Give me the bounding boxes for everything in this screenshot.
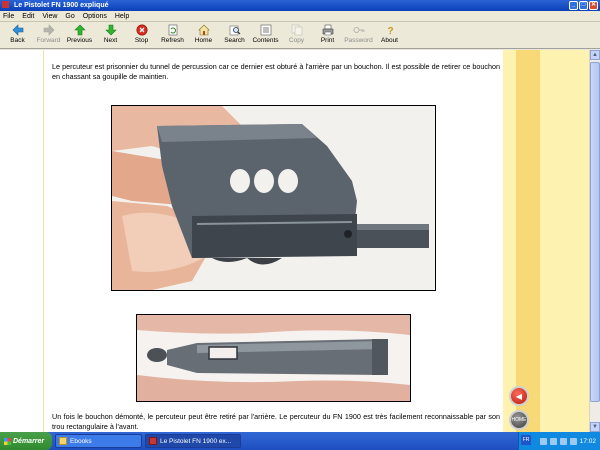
copy-icon — [291, 24, 303, 36]
maximize-button[interactable]: □ — [579, 1, 588, 10]
refresh-button[interactable]: Refresh — [157, 22, 188, 48]
back-arrow-icon — [12, 24, 24, 36]
menu-view[interactable]: View — [42, 13, 57, 20]
previous-page-button[interactable]: ◀ — [509, 386, 529, 406]
menu-file[interactable]: File — [3, 13, 14, 20]
home-page-button[interactable]: HOME — [509, 410, 529, 430]
previous-button[interactable]: Previous — [64, 22, 95, 48]
minimize-button[interactable]: _ — [569, 1, 578, 10]
copy-label: Copy — [288, 37, 305, 44]
window-title: Le Pistolet FN 1900 expliqué — [13, 2, 109, 9]
about-label: About — [381, 37, 398, 44]
back-button[interactable]: Back — [2, 22, 33, 48]
about-button[interactable]: ? About — [374, 22, 405, 48]
start-label: Démarrer — [13, 437, 45, 445]
contents-button[interactable]: Contents — [250, 22, 281, 48]
next-label: Next — [103, 37, 118, 44]
stop-button[interactable]: Stop — [126, 22, 157, 48]
left-margin-line — [43, 50, 44, 432]
close-button[interactable]: ✕ — [589, 1, 598, 10]
task-help-viewer-label: Le Pistolet FN 1900 ex... — [160, 437, 232, 445]
key-icon — [353, 24, 365, 36]
title-bar[interactable]: Le Pistolet FN 1900 expliqué _ □ ✕ — [0, 0, 600, 11]
book-icon — [149, 437, 157, 445]
print-label: Print — [320, 37, 335, 44]
next-arrow-icon — [104, 24, 117, 36]
photo-slide-with-striker — [111, 105, 436, 291]
language-indicator[interactable]: FR — [521, 435, 531, 445]
task-ebooks[interactable]: Ebooks — [55, 434, 142, 448]
vertical-scrollbar[interactable]: ▲ ▼ — [589, 50, 600, 432]
windows-flag-icon — [4, 437, 11, 445]
stop-icon — [136, 24, 148, 36]
scroll-up-icon[interactable]: ▲ — [590, 50, 600, 60]
svg-text:?: ? — [387, 26, 393, 36]
next-button[interactable]: Next — [95, 22, 126, 48]
forward-button[interactable]: Forward — [33, 22, 64, 48]
clock[interactable]: 17:02 — [580, 438, 596, 445]
password-label: Password — [344, 37, 373, 44]
help-viewer-window: Le Pistolet FN 1900 expliqué _ □ ✕ File … — [0, 0, 600, 432]
folder-icon — [59, 437, 67, 445]
forward-label: Forward — [36, 37, 61, 44]
start-button[interactable]: Démarrer — [0, 432, 52, 450]
volume-icon[interactable] — [549, 437, 557, 445]
update-icon[interactable] — [569, 437, 577, 445]
scroll-down-icon[interactable]: ▼ — [590, 422, 600, 432]
menu-bar: File Edit View Go Options Help — [0, 11, 600, 22]
menu-edit[interactable]: Edit — [22, 13, 34, 20]
menu-help[interactable]: Help — [115, 13, 129, 20]
previous-label: Previous — [66, 37, 93, 44]
search-icon — [229, 24, 241, 36]
search-button[interactable]: Search — [219, 22, 250, 48]
task-help-viewer[interactable]: Le Pistolet FN 1900 ex... — [145, 434, 241, 448]
security-icon[interactable] — [559, 437, 567, 445]
menu-options[interactable]: Options — [83, 13, 107, 20]
contents-icon — [260, 24, 272, 36]
home-button[interactable]: Home — [188, 22, 219, 48]
home-label: Home — [194, 37, 213, 44]
paragraph-bottom: Un fois le bouchon démonté, le percuteur… — [52, 412, 500, 431]
search-label: Search — [224, 37, 245, 44]
window-controls: _ □ ✕ — [569, 1, 598, 10]
contents-label: Contents — [252, 37, 279, 44]
left-margin — [0, 50, 44, 432]
previous-arrow-icon — [73, 24, 86, 36]
page-content: Le percuteur est prisonnier du tunnel de… — [0, 50, 589, 432]
toolbar: Back Forward Previous Next Stop Refresh … — [0, 22, 600, 49]
print-button[interactable]: Print — [312, 22, 343, 48]
password-button[interactable]: Password — [343, 22, 374, 48]
paragraph-top: Le percuteur est prisonnier du tunnel de… — [52, 62, 500, 81]
photo-striker-close-up — [136, 314, 411, 402]
right-decorative-stripe — [516, 50, 540, 432]
home-page-label: HOME — [511, 417, 527, 423]
menu-go[interactable]: Go — [65, 13, 74, 20]
about-icon: ? — [384, 24, 396, 36]
task-ebooks-label: Ebooks — [70, 437, 92, 445]
previous-page-arrow-icon: ◀ — [515, 391, 523, 401]
home-icon — [197, 24, 210, 36]
forward-arrow-icon — [43, 24, 55, 36]
network-icon[interactable] — [539, 437, 547, 445]
taskbar: Démarrer Ebooks Le Pistolet FN 1900 ex..… — [0, 432, 600, 450]
back-label: Back — [10, 37, 25, 44]
refresh-label: Refresh — [161, 37, 184, 44]
app-icon — [2, 1, 9, 8]
stop-label: Stop — [134, 37, 149, 44]
print-icon — [322, 24, 334, 36]
copy-button[interactable]: Copy — [281, 22, 312, 48]
scroll-thumb[interactable] — [590, 62, 600, 402]
refresh-icon — [167, 24, 179, 36]
